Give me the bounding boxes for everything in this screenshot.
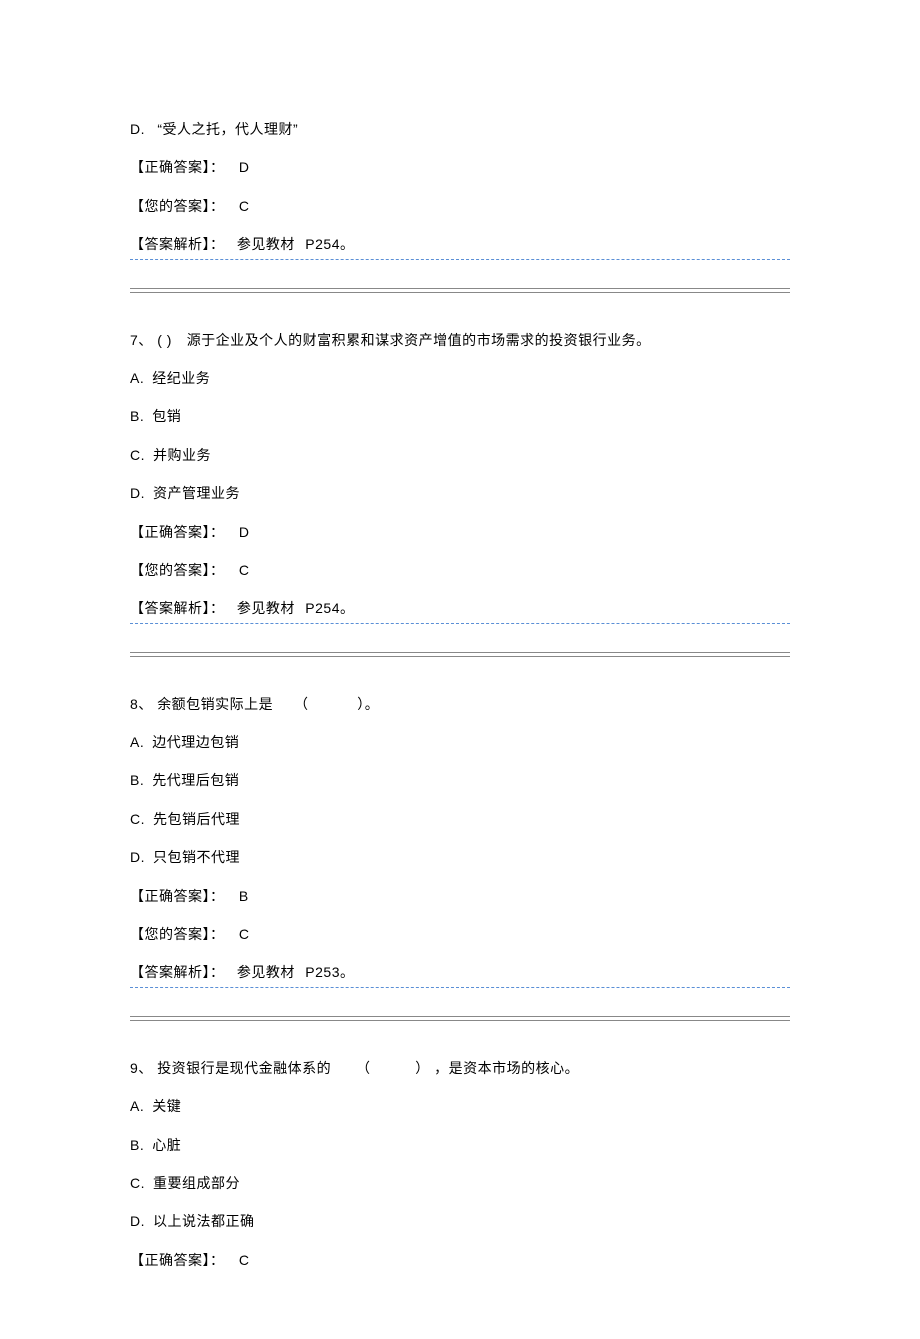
document-page: D. “受人之托，代人理财” 【正确答案】： D 【您的答案】： C 【答案解析… bbox=[0, 0, 920, 1339]
option-text: 边代理边包销 bbox=[152, 734, 239, 750]
analysis-row: 【答案解析】： 参见教材 P254。 bbox=[130, 225, 790, 259]
option-text: 先包销后代理 bbox=[153, 811, 240, 827]
option-text: “受人之托，代人理财” bbox=[157, 121, 298, 137]
stem-after: ，是资本市场的核心。 bbox=[434, 1060, 579, 1076]
option-b: B. 心脏 bbox=[130, 1126, 790, 1164]
correct-answer-row: 【正确答案】： B bbox=[130, 877, 790, 915]
option-d: D. 资产管理业务 bbox=[130, 474, 790, 512]
section-divider bbox=[130, 652, 790, 657]
question-6-partial: D. “受人之托，代人理财” 【正确答案】： D 【您的答案】： C 【答案解析… bbox=[130, 110, 790, 260]
analysis-row: 【答案解析】： 参见教材 P254。 bbox=[130, 589, 790, 623]
option-text: 包销 bbox=[152, 408, 181, 424]
correct-answer-label: 【正确答案】： bbox=[130, 524, 225, 540]
paren-close: ）。 bbox=[357, 696, 379, 712]
correct-answer-row: 【正确答案】： C bbox=[130, 1241, 790, 1279]
question-7: 7、 ( ) 源于企业及个人的财富积累和谋求资产增值的市场需求的投资银行业务。 … bbox=[130, 321, 790, 624]
option-letter: A. bbox=[130, 734, 144, 750]
paren-close: ） bbox=[415, 1060, 430, 1076]
correct-answer-value: D bbox=[239, 159, 250, 175]
option-text: 心脏 bbox=[152, 1137, 181, 1153]
your-answer-row: 【您的答案】： C bbox=[130, 915, 790, 953]
analysis-ref: P254。 bbox=[305, 600, 354, 616]
your-answer-label: 【您的答案】： bbox=[130, 198, 225, 214]
question-8: 8、 余额包销实际上是 （ ）。 A. 边代理边包销 B. 先代理后包销 C. 先包销… bbox=[130, 685, 790, 988]
option-letter: A. bbox=[130, 370, 144, 386]
question-number: 8、 bbox=[130, 696, 153, 712]
option-letter: D. bbox=[130, 849, 145, 865]
correct-answer-row: 【正确答案】： D bbox=[130, 513, 790, 551]
correct-answer-label: 【正确答案】： bbox=[130, 888, 225, 904]
option-letter: D. bbox=[130, 485, 145, 501]
option-letter: B. bbox=[130, 1137, 144, 1153]
option-letter: B. bbox=[130, 408, 144, 424]
correct-answer-value: B bbox=[239, 888, 249, 904]
option-c: C. 并购业务 bbox=[130, 436, 790, 474]
question-stem: 8、 余额包销实际上是 （ ）。 bbox=[130, 685, 790, 723]
option-d: D. 只包销不代理 bbox=[130, 838, 790, 876]
section-divider bbox=[130, 288, 790, 293]
option-c: C. 重要组成部分 bbox=[130, 1164, 790, 1202]
correct-answer-value: C bbox=[239, 1252, 250, 1268]
paren-open: （ bbox=[294, 696, 309, 712]
stem-before: 投资银行是现代金融体系的 bbox=[157, 1060, 331, 1076]
your-answer-value: C bbox=[239, 198, 250, 214]
option-text: 以上说法都正确 bbox=[153, 1213, 255, 1229]
option-a: A. 关键 bbox=[130, 1087, 790, 1125]
your-answer-value: C bbox=[239, 926, 250, 942]
section-divider bbox=[130, 1016, 790, 1021]
option-a: A. 经纪业务 bbox=[130, 359, 790, 397]
question-number: 9、 bbox=[130, 1060, 153, 1076]
option-c: C. 先包销后代理 bbox=[130, 800, 790, 838]
option-letter: B. bbox=[130, 772, 144, 788]
blank-paren: ( ) bbox=[157, 332, 172, 348]
analysis-ref: P254。 bbox=[305, 236, 354, 252]
question-number: 7、 bbox=[130, 332, 153, 348]
option-text: 资产管理业务 bbox=[153, 485, 240, 501]
correct-answer-label: 【正确答案】： bbox=[130, 1252, 225, 1268]
option-text: 关键 bbox=[152, 1098, 181, 1114]
option-letter: D. bbox=[130, 121, 145, 137]
correct-answer-value: D bbox=[239, 524, 250, 540]
your-answer-label: 【您的答案】： bbox=[130, 926, 225, 942]
question-9: 9、 投资银行是现代金融体系的 （ ） ，是资本市场的核心。 A. 关键 B. 心脏… bbox=[130, 1049, 790, 1279]
your-answer-value: C bbox=[239, 562, 250, 578]
paren-open: （ bbox=[356, 1060, 371, 1076]
your-answer-label: 【您的答案】： bbox=[130, 562, 225, 578]
question-stem: 7、 ( ) 源于企业及个人的财富积累和谋求资产增值的市场需求的投资银行业务。 bbox=[130, 321, 790, 359]
option-a: A. 边代理边包销 bbox=[130, 723, 790, 761]
option-letter: A. bbox=[130, 1098, 144, 1114]
correct-answer-label: 【正确答案】： bbox=[130, 159, 225, 175]
option-text: 只包销不代理 bbox=[153, 849, 240, 865]
option-text: 重要组成部分 bbox=[153, 1175, 240, 1191]
analysis-label: 【答案解析】： bbox=[130, 964, 225, 980]
option-letter: C. bbox=[130, 1175, 145, 1191]
analysis-prefix: 参见教材 bbox=[237, 236, 295, 252]
option-letter: D. bbox=[130, 1213, 145, 1229]
analysis-prefix: 参见教材 bbox=[237, 600, 295, 616]
option-text: 先代理后包销 bbox=[152, 772, 239, 788]
your-answer-row: 【您的答案】： C bbox=[130, 551, 790, 589]
option-d: D. “受人之托，代人理财” bbox=[130, 110, 790, 148]
analysis-prefix: 参见教材 bbox=[237, 964, 295, 980]
option-b: B. 先代理后包销 bbox=[130, 761, 790, 799]
question-stem: 9、 投资银行是现代金融体系的 （ ） ，是资本市场的核心。 bbox=[130, 1049, 790, 1087]
your-answer-row: 【您的答案】： C bbox=[130, 187, 790, 225]
option-letter: C. bbox=[130, 447, 145, 463]
analysis-label: 【答案解析】： bbox=[130, 236, 225, 252]
option-letter: C. bbox=[130, 811, 145, 827]
option-text: 经纪业务 bbox=[152, 370, 210, 386]
option-text: 并购业务 bbox=[153, 447, 211, 463]
correct-answer-row: 【正确答案】： D bbox=[130, 148, 790, 186]
option-d: D. 以上说法都正确 bbox=[130, 1202, 790, 1240]
stem-text: 余额包销实际上是 bbox=[157, 696, 273, 712]
option-b: B. 包销 bbox=[130, 397, 790, 435]
analysis-label: 【答案解析】： bbox=[130, 600, 225, 616]
analysis-ref: P253。 bbox=[305, 964, 354, 980]
analysis-row: 【答案解析】： 参见教材 P253。 bbox=[130, 953, 790, 987]
stem-text: 源于企业及个人的财富积累和谋求资产增值的市场需求的投资银行业务。 bbox=[187, 332, 651, 348]
